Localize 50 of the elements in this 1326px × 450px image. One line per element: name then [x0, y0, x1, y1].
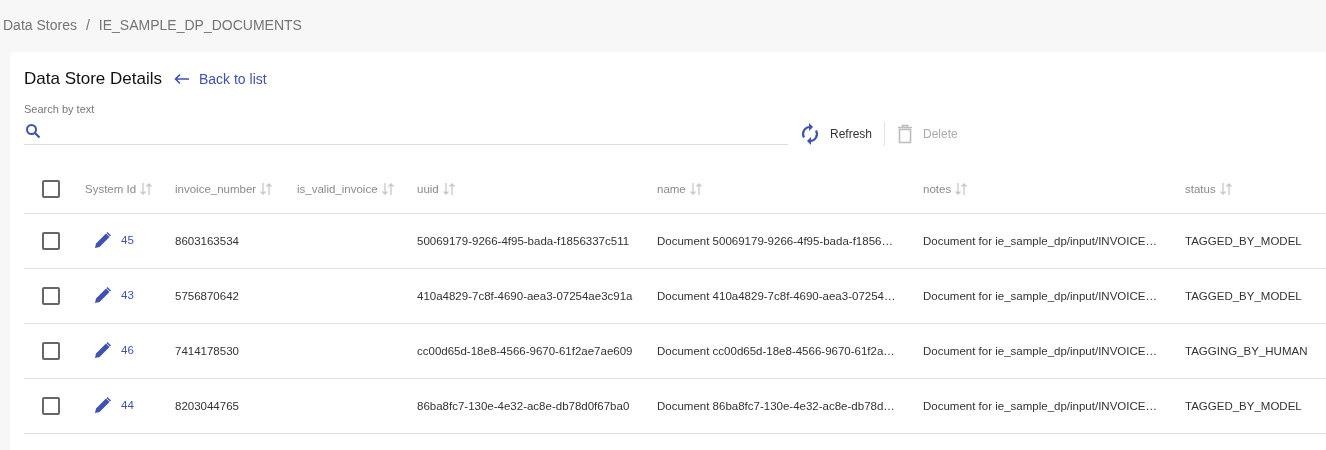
system-id-link[interactable]: 46	[121, 344, 134, 356]
column-header[interactable]: notes	[923, 183, 952, 195]
table-cell: Document for ie_sample_dp/input/INVOICE…	[923, 290, 1157, 302]
table-cell: TAGGED_BY_MODEL	[1185, 400, 1302, 412]
breadcrumb-item[interactable]: Data Stores	[3, 17, 77, 33]
search-icon	[25, 123, 41, 139]
table-cell: Document 50069179-9266-4f95-bada-f1856…	[657, 235, 893, 247]
refresh-button[interactable]: Refresh	[798, 121, 875, 147]
table-cell: 410a4829-7c8f-4690-aea3-07254ae3c91a	[417, 290, 633, 302]
table-cell: 5756870642	[175, 290, 239, 302]
table-cell: 86ba8fc7-130e-4e32-ac8e-db78d0f67ba0	[417, 400, 630, 412]
edit-pencil-icon[interactable]	[94, 396, 112, 414]
column-header[interactable]: uuid	[417, 183, 439, 195]
table-cell: 7414178530	[175, 345, 239, 357]
breadcrumb-separator: /	[85, 17, 90, 33]
table-cell: Document for ie_sample_dp/input/INVOICE…	[923, 400, 1157, 412]
column-header[interactable]: invoice_number	[175, 183, 257, 195]
system-id-link[interactable]: 43	[121, 289, 134, 301]
table-cell: TAGGED_BY_MODEL	[1185, 235, 1302, 247]
system-id-link[interactable]: 45	[121, 234, 134, 246]
table-cell: 8603163534	[175, 235, 239, 247]
arrow-left-icon[interactable]	[173, 73, 190, 85]
table-cell: TAGGING_BY_HUMAN	[1185, 345, 1308, 357]
edit-pencil-icon[interactable]	[94, 286, 112, 304]
search-field[interactable]: Search by text	[24, 103, 788, 145]
table-cell: cc00d65d-18e8-4566-9670-61f2ae7ae609	[417, 345, 633, 357]
table-cell: Document for ie_sample_dp/input/INVOICE…	[923, 235, 1157, 247]
table-cell: 8203044765	[175, 400, 239, 412]
system-id-link[interactable]: 44	[121, 399, 134, 411]
column-header[interactable]: System Id	[85, 183, 137, 195]
row-checkbox[interactable]	[42, 232, 60, 250]
column-header[interactable]: status	[1185, 183, 1216, 195]
row-checkbox[interactable]	[42, 397, 60, 415]
table-cell: Document for ie_sample_dp/input/INVOICE…	[923, 345, 1157, 357]
back-link[interactable]: Back to list	[173, 71, 267, 87]
table-cell: Document cc00d65d-18e8-4566-9670-61f2a…	[657, 345, 895, 357]
row-checkbox[interactable]	[42, 342, 60, 360]
table-cell: 50069179-9266-4f95-bada-f1856337c511	[417, 235, 630, 247]
select-all-checkbox[interactable]	[42, 180, 60, 198]
table-cell: TAGGED_BY_MODEL	[1185, 290, 1302, 302]
page-title: Data Store Details	[24, 69, 162, 89]
breadcrumb-item: IE_SAMPLE_DP_DOCUMENTS	[98, 17, 302, 33]
column-header[interactable]: name	[657, 183, 686, 195]
refresh-icon[interactable]	[800, 123, 820, 145]
table-cell: Document 86ba8fc7-130e-4e32-ac8e-db78d…	[657, 400, 895, 412]
table-cell: Document 410a4829-7c8f-4690-aea3-07254…	[657, 290, 896, 302]
column-header[interactable]: is_valid_invoice	[297, 183, 378, 195]
row-checkbox[interactable]	[42, 287, 60, 305]
edit-pencil-icon[interactable]	[94, 231, 112, 249]
edit-pencil-icon[interactable]	[94, 341, 112, 359]
